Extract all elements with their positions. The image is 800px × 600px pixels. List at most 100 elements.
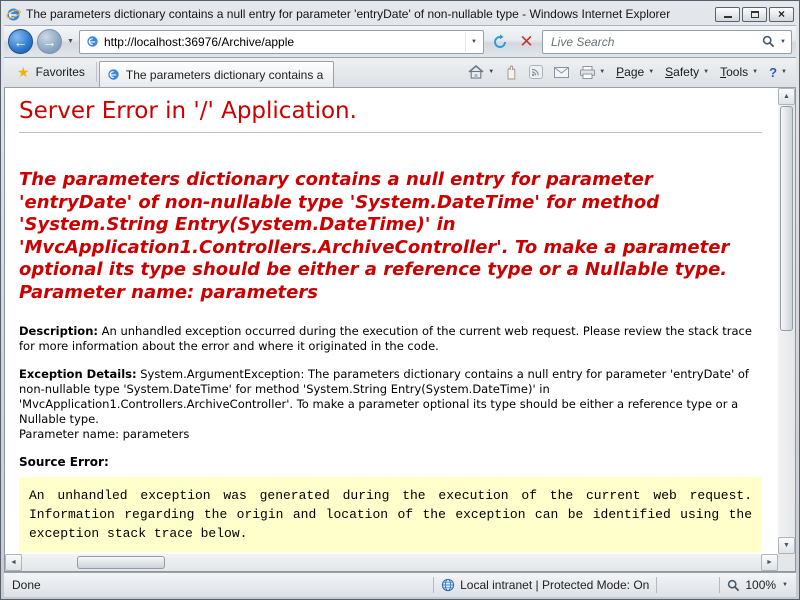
tab-bar: ★ Favorites The parameters dictionary co… bbox=[4, 58, 796, 88]
search-box[interactable]: Live Search ▼ bbox=[542, 30, 792, 54]
error-message-text: The parameters dictionary contains a nul… bbox=[19, 169, 762, 282]
home-button[interactable]: ▼ bbox=[463, 61, 499, 83]
error-page: Server Error in '/' Application. The par… bbox=[5, 88, 778, 554]
refresh-button[interactable] bbox=[488, 30, 511, 54]
stop-icon: ✕ bbox=[519, 33, 533, 50]
scroll-up-button[interactable]: ▲ bbox=[778, 88, 795, 105]
exception-parameter-text: Parameter name: parameters bbox=[19, 427, 189, 441]
scroll-right-icon: ► bbox=[766, 559, 773, 566]
source-error-label: Source Error: bbox=[19, 455, 762, 469]
favorites-star-icon: ★ bbox=[17, 65, 30, 79]
favorites-button[interactable]: ★ Favorites bbox=[8, 60, 94, 84]
separator bbox=[719, 577, 720, 593]
search-dropdown-button[interactable]: ▼ bbox=[780, 39, 786, 45]
forward-button[interactable]: → bbox=[37, 29, 62, 54]
help-button[interactable]: ? ▼ bbox=[764, 61, 792, 83]
scroll-left-icon: ◄ bbox=[10, 559, 17, 566]
zoom-control[interactable]: 100% ▼ bbox=[727, 578, 788, 592]
vertical-scroll-thumb[interactable] bbox=[780, 106, 793, 331]
vertical-scrollbar[interactable]: ▲ ▼ bbox=[778, 88, 795, 554]
close-icon: × bbox=[778, 8, 785, 20]
navigation-bar: ← → ▼ http://localhost:36976/Archive/app… bbox=[4, 25, 796, 58]
scroll-left-button[interactable]: ◄ bbox=[5, 554, 22, 571]
address-bar[interactable]: http://localhost:36976/Archive/apple ▼ bbox=[79, 30, 484, 54]
search-input[interactable]: Live Search bbox=[551, 35, 758, 49]
back-button[interactable]: ← bbox=[8, 29, 33, 54]
scroll-down-button[interactable]: ▼ bbox=[778, 537, 795, 554]
tools-menu-button[interactable]: Tools ▼ bbox=[715, 61, 763, 83]
rss-feed-icon bbox=[529, 65, 543, 79]
title-divider bbox=[19, 132, 762, 133]
scroll-up-icon: ▲ bbox=[783, 93, 790, 100]
page-title: Server Error in '/' Application. bbox=[19, 98, 762, 124]
separator bbox=[656, 577, 657, 593]
window-title: The parameters dictionary contains a nul… bbox=[26, 7, 710, 21]
page-menu-button[interactable]: Page ▼ bbox=[611, 61, 659, 83]
mail-icon bbox=[554, 67, 569, 78]
address-input[interactable]: http://localhost:36976/Archive/apple bbox=[104, 35, 460, 49]
address-dropdown-button[interactable]: ▼ bbox=[465, 32, 481, 52]
chevron-down-icon: ▼ bbox=[488, 69, 494, 75]
horizontal-scroll-thumb[interactable] bbox=[77, 556, 165, 569]
printer-icon bbox=[580, 66, 595, 79]
active-tab[interactable]: The parameters dictionary contains a ... bbox=[99, 61, 334, 87]
description-text: An unhandled exception occurred during t… bbox=[19, 324, 752, 353]
chevron-down-icon: ▼ bbox=[781, 69, 787, 75]
status-text: Done bbox=[12, 578, 426, 592]
minimize-button[interactable] bbox=[715, 7, 740, 22]
ie-window: The parameters dictionary contains a nul… bbox=[0, 0, 800, 600]
page-ie-icon bbox=[86, 35, 99, 48]
error-parameter-text: Parameter name: parameters bbox=[19, 282, 762, 305]
command-bar: ▼ ▼ Page ▼ Safety ▼ bbox=[463, 61, 792, 83]
read-mail-button[interactable] bbox=[549, 61, 574, 83]
stop-button[interactable]: ✕ bbox=[515, 30, 538, 54]
maximize-button[interactable] bbox=[742, 7, 767, 22]
exception-details-label: Exception Details: bbox=[19, 367, 137, 381]
safety-menu-label: Safety bbox=[665, 65, 699, 79]
separator bbox=[96, 62, 97, 82]
page-menu-label: Page bbox=[616, 65, 644, 79]
tab-ie-icon bbox=[107, 68, 120, 81]
chevron-down-icon: ▼ bbox=[648, 69, 654, 75]
exception-details-section: Exception Details: System.ArgumentExcept… bbox=[19, 367, 762, 442]
tools-menu-label: Tools bbox=[720, 65, 748, 79]
feeds-button[interactable] bbox=[524, 61, 548, 83]
globe-icon bbox=[441, 578, 455, 592]
back-arrow-icon: ← bbox=[14, 34, 28, 50]
minimize-icon bbox=[724, 16, 732, 18]
home-icon bbox=[468, 65, 484, 79]
description-section: Description: An unhandled exception occu… bbox=[19, 324, 762, 354]
tab-title: The parameters dictionary contains a ... bbox=[126, 68, 326, 82]
source-error-box: An unhandled exception was generated dur… bbox=[19, 477, 762, 552]
chevron-down-icon: ▼ bbox=[752, 69, 758, 75]
favorites-label: Favorites bbox=[36, 65, 85, 79]
print-button[interactable]: ▼ bbox=[575, 61, 610, 83]
hand-tool-button[interactable] bbox=[500, 61, 523, 83]
zoom-icon bbox=[727, 579, 740, 592]
forward-arrow-icon: → bbox=[43, 34, 57, 50]
separator bbox=[433, 577, 434, 593]
zoom-level: 100% bbox=[745, 578, 776, 592]
error-message: The parameters dictionary contains a nul… bbox=[19, 169, 762, 304]
scroll-down-icon: ▼ bbox=[783, 542, 790, 549]
description-label: Description: bbox=[19, 324, 98, 338]
refresh-icon bbox=[492, 34, 508, 50]
window-controls: × bbox=[715, 7, 794, 22]
title-bar: The parameters dictionary contains a nul… bbox=[4, 3, 796, 25]
zoom-dropdown-icon[interactable]: ▼ bbox=[782, 582, 788, 588]
scroll-right-button[interactable]: ► bbox=[761, 554, 778, 571]
history-dropdown-button[interactable]: ▼ bbox=[66, 38, 75, 45]
chevron-down-icon: ▼ bbox=[599, 69, 605, 75]
status-bar: Done Local intranet | Protected Mode: On… bbox=[4, 572, 796, 597]
search-icon[interactable] bbox=[762, 35, 775, 48]
scrollbar-corner bbox=[778, 554, 795, 571]
hand-icon bbox=[505, 65, 518, 80]
ie-logo-icon bbox=[6, 7, 21, 22]
horizontal-scrollbar[interactable]: ◄ ► bbox=[5, 554, 778, 571]
help-icon: ? bbox=[769, 65, 777, 80]
maximize-icon bbox=[751, 11, 759, 18]
safety-menu-button[interactable]: Safety ▼ bbox=[660, 61, 714, 83]
close-button[interactable]: × bbox=[769, 7, 794, 22]
security-zone[interactable]: Local intranet | Protected Mode: On bbox=[441, 578, 649, 592]
chevron-down-icon: ▼ bbox=[471, 39, 477, 45]
